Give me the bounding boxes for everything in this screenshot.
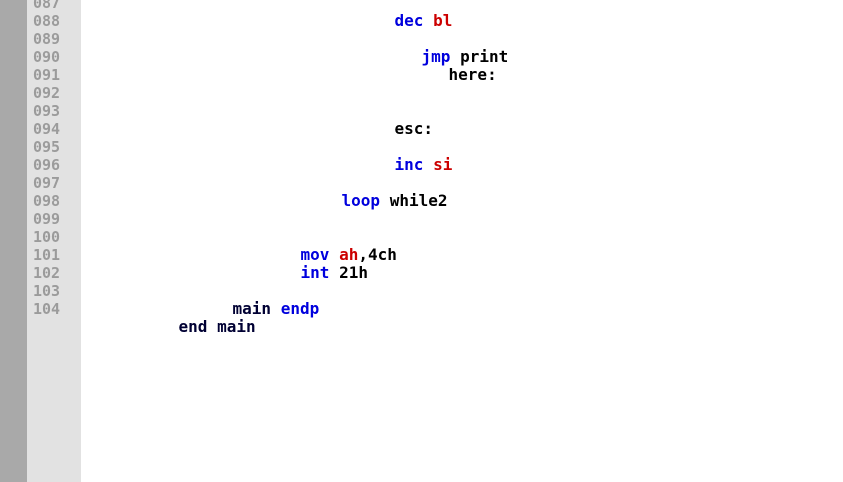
code-register: si (433, 155, 453, 174)
line-number: 097 (33, 174, 61, 192)
code-line-093: esc: (356, 102, 434, 138)
line-number: 103 (33, 282, 61, 300)
code-label: here: (448, 65, 497, 84)
line-number: 089 (33, 30, 61, 48)
code-line-104: end main (140, 300, 256, 336)
code-line-103: main endp (194, 282, 320, 318)
code-line-090: here: (410, 48, 497, 84)
line-number: 087 (33, 0, 61, 12)
line-number: 094 (33, 120, 61, 138)
line-number: 090 (33, 48, 61, 66)
code-keyword: loop (341, 191, 381, 210)
line-number: 104 (33, 300, 61, 318)
line-number: 088 (33, 12, 61, 30)
code-line-101: int 21h (262, 246, 368, 282)
line-number: 093 (33, 102, 61, 120)
code-label: esc: (394, 119, 434, 138)
code-keyword: dec (394, 11, 424, 30)
code-editor[interactable]: 087 088 089 090 091 092 093 094 095 096 … (0, 0, 843, 482)
code-identifier: while2 (389, 191, 448, 210)
line-number: 091 (33, 66, 61, 84)
code-line-095: inc si (356, 138, 453, 174)
line-number: 100 (33, 228, 61, 246)
code-keyword: int (300, 263, 330, 282)
line-number: 092 (33, 84, 61, 102)
line-number: 099 (33, 210, 61, 228)
line-number: 096 (33, 156, 61, 174)
code-operand: 21h (339, 263, 368, 282)
code-keyword: end (178, 317, 208, 336)
line-number: 095 (33, 138, 61, 156)
code-line-089: jmp print (383, 30, 509, 66)
code-register: bl (433, 11, 453, 30)
line-number: 102 (33, 264, 61, 282)
code-line-100: mov ah,4ch (262, 228, 397, 264)
editor-left-bar (0, 0, 27, 482)
code-identifier: main (217, 317, 256, 336)
line-number: 101 (33, 246, 61, 264)
code-line-097: loop while2 (303, 174, 448, 210)
code-keyword: endp (280, 299, 320, 318)
code-line-087: dec bl (356, 0, 453, 30)
line-number: 098 (33, 192, 61, 210)
code-keyword: inc (394, 155, 424, 174)
